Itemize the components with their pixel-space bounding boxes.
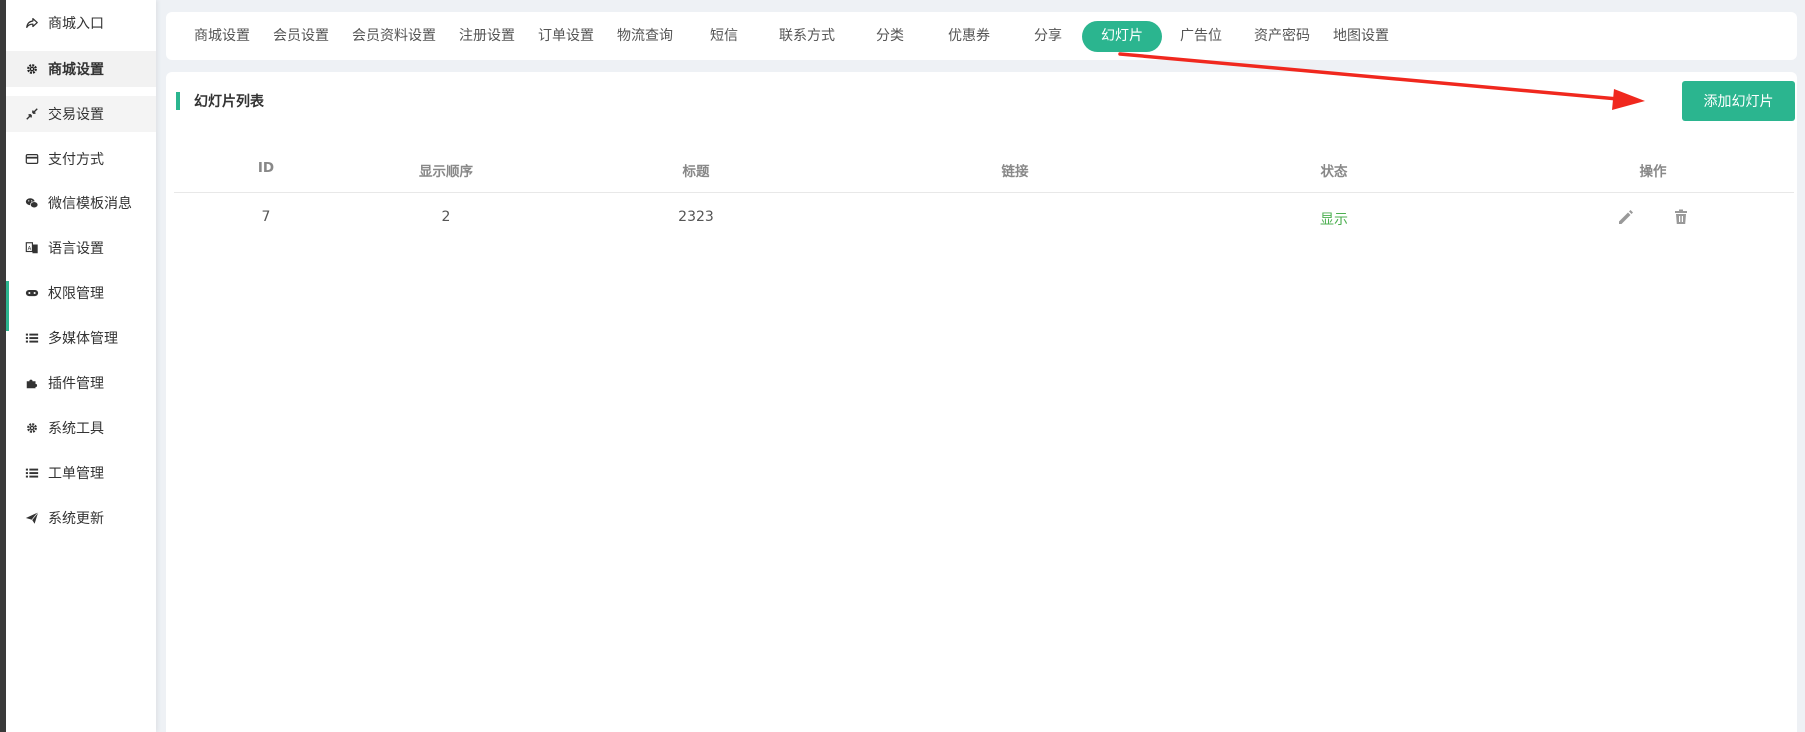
sidebar-item-label: 支付方式 (48, 152, 104, 168)
sidebar-item-label: 系统工具 (48, 421, 104, 437)
column-header-display-order: 显示顺序 (419, 164, 473, 180)
add-slide-button[interactable]: 添加幻灯片 (1682, 81, 1795, 121)
gear-icon (24, 420, 40, 436)
column-header-id: ID (257, 160, 275, 176)
sidebar-item-payment[interactable]: 支付方式 (6, 141, 156, 177)
panel-title-accent (176, 92, 180, 110)
gear-icon (24, 61, 40, 77)
tab-register-settings[interactable]: 注册设置 (456, 21, 518, 52)
compress-icon (24, 106, 40, 122)
tab-logistics-query[interactable]: 物流查询 (614, 21, 676, 52)
sidebar-active-marker (6, 281, 9, 331)
sidebar-item-store-settings[interactable]: 商城设置 (6, 51, 156, 87)
slideshow-panel: 幻灯片列表 添加幻灯片 ID 显示顺序 标题 链接 状态 操作 7 2 2323… (166, 72, 1797, 732)
cell-status: 显示 (1320, 212, 1348, 228)
sidebar-item-permissions[interactable]: 权限管理 (6, 275, 156, 311)
tab-share[interactable]: 分享 (1017, 21, 1079, 52)
sidebar-item-label: 工单管理 (48, 466, 104, 482)
settings-tabs-bar: 商城设置 会员设置 会员资料设置 注册设置 订单设置 物流查询 短信 联系方式 … (166, 12, 1797, 60)
tab-map-settings[interactable]: 地图设置 (1328, 21, 1394, 52)
sidebar-item-system-update[interactable]: 系统更新 (6, 500, 156, 536)
puzzle-icon (24, 375, 40, 391)
tab-category[interactable]: 分类 (859, 21, 921, 52)
panel-title: 幻灯片列表 (194, 94, 264, 110)
sidebar-item-label: 系统更新 (48, 511, 104, 527)
sidebar-item-label: 多媒体管理 (48, 331, 118, 347)
cell-display-order: 2 (441, 209, 451, 225)
page: 商城入口 商城设置 交易设置 支付方式 微信模板消息 A 语言设置 权限管理 多… (0, 0, 1805, 732)
tab-member-settings[interactable]: 会员设置 (270, 21, 332, 52)
tab-sms[interactable]: 短信 (693, 21, 755, 52)
tab-order-settings[interactable]: 订单设置 (535, 21, 597, 52)
sidebar-item-store-entry[interactable]: 商城入口 (6, 5, 156, 41)
column-header-actions: 操作 (1639, 164, 1667, 180)
column-header-title: 标题 (682, 164, 710, 180)
sidebar-item-trade-settings[interactable]: 交易设置 (6, 96, 156, 132)
tab-contact[interactable]: 联系方式 (772, 21, 842, 52)
list-icon (24, 465, 40, 481)
cell-title: 2323 (678, 209, 714, 225)
sidebar: 商城入口 商城设置 交易设置 支付方式 微信模板消息 A 语言设置 权限管理 多… (6, 0, 156, 732)
credit-card-icon (24, 151, 40, 167)
sidebar-item-label: 微信模板消息 (48, 196, 132, 212)
send-icon (24, 510, 40, 526)
sidebar-item-label: 语言设置 (48, 241, 104, 257)
sidebar-item-plugins[interactable]: 插件管理 (6, 365, 156, 401)
gamepad-icon (24, 285, 40, 301)
svg-text:A: A (28, 246, 32, 252)
sidebar-item-tickets[interactable]: 工单管理 (6, 455, 156, 491)
sidebar-item-label: 商城设置 (48, 62, 104, 78)
tab-asset-password[interactable]: 资产密码 (1249, 21, 1315, 52)
sidebar-item-media[interactable]: 多媒体管理 (6, 320, 156, 356)
sidebar-item-label: 插件管理 (48, 376, 104, 392)
column-header-link: 链接 (1001, 164, 1029, 180)
sidebar-item-label: 权限管理 (48, 286, 104, 302)
sidebar-item-system-tools[interactable]: 系统工具 (6, 410, 156, 446)
column-header-status: 状态 (1320, 164, 1348, 180)
tab-store-settings[interactable]: 商城设置 (191, 21, 253, 52)
tab-coupon[interactable]: 优惠券 (938, 21, 1000, 52)
cell-id: 7 (261, 209, 271, 225)
edit-icon[interactable] (1616, 207, 1636, 227)
sidebar-item-label: 商城入口 (48, 16, 104, 32)
sidebar-item-language[interactable]: A 语言设置 (6, 230, 156, 266)
list-icon (24, 330, 40, 346)
table-header-divider (174, 192, 1794, 193)
sidebar-item-wechat-template[interactable]: 微信模板消息 (6, 185, 156, 221)
translate-icon: A (24, 240, 40, 256)
share-icon (24, 15, 40, 31)
wechat-icon (24, 195, 40, 211)
delete-icon[interactable] (1671, 207, 1691, 227)
tab-slideshow[interactable]: 幻灯片 (1082, 21, 1162, 52)
tab-member-profile-settings[interactable]: 会员资料设置 (349, 21, 439, 52)
sidebar-item-label: 交易设置 (48, 107, 104, 123)
tab-ad-slot[interactable]: 广告位 (1170, 21, 1232, 52)
